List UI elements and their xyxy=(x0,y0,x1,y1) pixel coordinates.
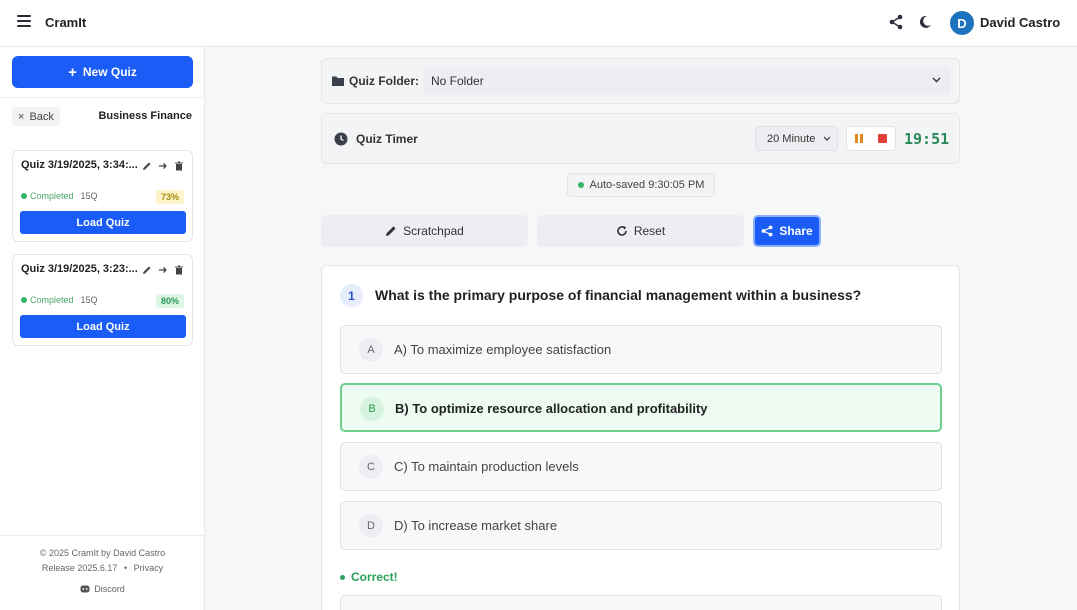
user-name[interactable]: David Castro xyxy=(980,15,1060,30)
timer-duration-select[interactable]: 20 Minute xyxy=(755,126,838,151)
new-quiz-button[interactable]: + New Quiz xyxy=(12,56,193,88)
timer-display: 19:51 xyxy=(904,130,950,148)
option-text: D) To increase market share xyxy=(394,518,558,533)
separator: • xyxy=(123,563,128,573)
chevron-down-icon xyxy=(823,136,831,141)
move-arrow-icon[interactable] xyxy=(158,265,168,275)
score-badge: 80% xyxy=(155,294,184,308)
feedback-text: Correct! xyxy=(351,570,398,584)
explanation-box xyxy=(340,595,942,610)
answer-option-d[interactable]: D D) To increase market share xyxy=(340,501,942,550)
status-text: Completed xyxy=(30,191,74,201)
back-button[interactable]: × Back xyxy=(12,107,60,126)
load-quiz-button[interactable]: Load Quiz xyxy=(20,211,186,234)
quiz-timer-panel: Quiz Timer 20 Minute 19:51 xyxy=(321,113,960,164)
load-quiz-button[interactable]: Load Quiz xyxy=(20,315,186,338)
quiz-actions xyxy=(142,161,184,171)
status-dot-icon xyxy=(21,297,27,303)
option-letter: C xyxy=(359,455,383,479)
quiz-folder-label: Quiz Folder: xyxy=(349,74,419,88)
answer-feedback: Correct! xyxy=(340,570,398,584)
clock-icon xyxy=(334,132,348,146)
menu-icon[interactable] xyxy=(17,15,31,27)
back-label: Back xyxy=(29,110,54,123)
score-badge: 73% xyxy=(155,190,184,204)
status-dot-icon xyxy=(577,182,584,188)
status-dot-icon xyxy=(21,193,27,199)
question-count: 15Q xyxy=(80,295,98,305)
plus-icon: + xyxy=(68,63,77,81)
trash-icon[interactable] xyxy=(174,161,184,171)
divider xyxy=(0,97,205,98)
quiz-timer-label: Quiz Timer xyxy=(356,132,418,146)
edit-icon[interactable] xyxy=(142,265,152,275)
option-letter: A xyxy=(359,338,383,362)
option-letter: B xyxy=(360,397,384,421)
quiz-title: Quiz 3/19/2025, 3:34:... xyxy=(21,159,138,171)
option-text: C) To maintain production levels xyxy=(394,459,579,474)
avatar[interactable]: D xyxy=(950,11,974,35)
reset-label: Reset xyxy=(633,224,666,238)
bullet-icon xyxy=(340,574,345,580)
chevron-down-icon xyxy=(932,77,941,83)
dark-mode-icon[interactable] xyxy=(918,14,932,30)
status-text: Completed xyxy=(30,295,74,305)
timer-controls xyxy=(846,126,896,151)
trash-icon[interactable] xyxy=(174,265,184,275)
question-text: What is the primary purpose of financial… xyxy=(375,287,862,303)
timer-duration-value: 20 Minute xyxy=(767,132,816,145)
pause-icon[interactable] xyxy=(854,134,863,143)
privacy-link[interactable]: Privacy xyxy=(134,563,164,573)
discord-link[interactable]: Discord xyxy=(0,584,205,594)
question-count: 15Q xyxy=(80,191,98,201)
folder-name: Business Finance xyxy=(98,110,192,122)
edit-icon[interactable] xyxy=(142,161,152,171)
discord-label: Discord xyxy=(94,584,125,594)
question-card: 1 What is the primary purpose of financi… xyxy=(321,265,960,610)
pencil-icon xyxy=(386,226,396,236)
release-text: Release 2025.6.17 xyxy=(41,563,118,573)
move-arrow-icon[interactable] xyxy=(158,161,168,171)
scratchpad-label: Scratchpad xyxy=(403,224,464,238)
quiz-status: Completed 15Q xyxy=(21,191,98,201)
quiz-folder-panel: Quiz Folder: No Folder xyxy=(321,58,960,104)
folder-select-value: No Folder xyxy=(431,74,484,88)
copyright-text: © 2025 CramIt by David Castro xyxy=(39,548,166,558)
reset-button[interactable]: Reset xyxy=(537,215,744,247)
share-icon[interactable] xyxy=(889,14,903,30)
autosave-status: Auto-saved 9:30:05 PM xyxy=(567,173,715,197)
sidebar: + New Quiz × Back Business Finance Quiz … xyxy=(0,47,205,610)
question-number: 1 xyxy=(340,284,363,307)
discord-icon xyxy=(80,585,90,593)
autosave-text: Auto-saved 9:30:05 PM xyxy=(589,179,705,191)
new-quiz-label: New Quiz xyxy=(82,65,137,79)
quiz-title: Quiz 3/19/2025, 3:23:... xyxy=(21,263,138,275)
stop-icon[interactable] xyxy=(878,134,888,143)
refresh-icon xyxy=(617,226,627,236)
quiz-card: Quiz 3/19/2025, 3:34:... Completed 15Q 7… xyxy=(12,150,193,242)
app-header: CramIt D David Castro xyxy=(0,0,1077,47)
share-label: Share xyxy=(779,224,813,238)
answer-option-a[interactable]: A A) To maximize employee satisfaction xyxy=(340,325,942,374)
share-button[interactable]: Share xyxy=(753,215,821,247)
option-text: B) To optimize resource allocation and p… xyxy=(395,401,708,416)
divider xyxy=(0,535,205,536)
quiz-actions xyxy=(142,265,184,275)
answer-option-b[interactable]: B B) To optimize resource allocation and… xyxy=(340,383,942,432)
scratchpad-button[interactable]: Scratchpad xyxy=(321,215,528,247)
quiz-status: Completed 15Q xyxy=(21,295,98,305)
folder-icon xyxy=(332,76,344,86)
folder-select[interactable]: No Folder xyxy=(423,67,951,95)
release-line: Release 2025.6.17 • Privacy xyxy=(0,563,205,573)
close-icon: × xyxy=(18,110,25,123)
option-letter: D xyxy=(359,514,383,538)
quiz-card: Quiz 3/19/2025, 3:23:... Completed 15Q 8… xyxy=(12,254,193,346)
share-icon xyxy=(761,225,773,237)
app-title: CramIt xyxy=(45,15,87,30)
answer-option-c[interactable]: C C) To maintain production levels xyxy=(340,442,942,491)
option-text: A) To maximize employee satisfaction xyxy=(394,342,612,357)
